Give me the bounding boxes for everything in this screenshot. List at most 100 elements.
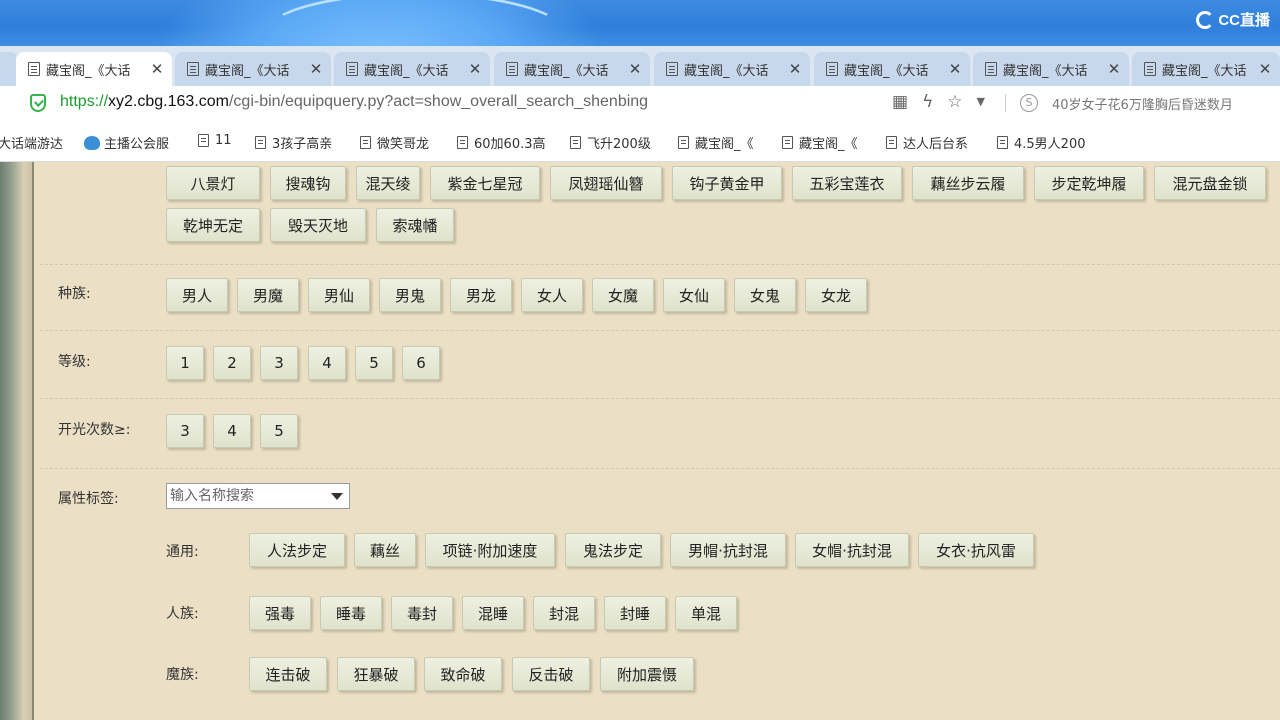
level-option[interactable]: 2	[213, 346, 251, 380]
weapon-option[interactable]: 五彩宝莲衣	[792, 166, 902, 200]
race-option[interactable]: 男仙	[308, 278, 370, 312]
bookmark-label: 11	[215, 133, 232, 148]
qr-code-icon[interactable]: ▦	[892, 92, 908, 112]
bookmark-item[interactable]: 藏宝阁_《	[678, 133, 754, 152]
secure-shield-icon[interactable]	[30, 94, 46, 112]
address-bar[interactable]: https://xy2.cbg.163.com/cgi-bin/equipque…	[0, 86, 1280, 120]
attr-tag[interactable]: 单混	[675, 596, 737, 630]
attr-tag[interactable]: 强毒	[249, 596, 311, 630]
level-option[interactable]: 3	[260, 346, 298, 380]
race-option[interactable]: 男鬼	[379, 278, 441, 312]
weapon-option[interactable]: 索魂幡	[376, 208, 454, 242]
weapon-option[interactable]: 混天绫	[356, 166, 420, 200]
weapon-option[interactable]: 钩子黄金甲	[672, 166, 782, 200]
kaiguang-option[interactable]: 3	[166, 414, 204, 448]
bookmark-label: 60加60.3高	[474, 137, 546, 152]
page-icon	[506, 62, 518, 76]
close-icon[interactable]: ✕	[1105, 60, 1123, 78]
attr-tag[interactable]: 女帽·抗封混	[795, 533, 909, 567]
race-option[interactable]: 女龙	[805, 278, 867, 312]
lightning-icon[interactable]: ϟ	[922, 92, 933, 112]
bookmark-item[interactable]: 4.5男人200	[997, 133, 1086, 152]
bookmark-label: 微笑哥龙	[377, 137, 430, 152]
chevron-down-icon[interactable]	[331, 493, 343, 500]
weapon-option[interactable]: 毁天灭地	[270, 208, 366, 242]
bookmark-item[interactable]: 60加60.3高	[457, 133, 546, 152]
tab-1[interactable]: 藏宝阁_《大话 ✕	[16, 52, 172, 86]
weapon-option[interactable]: 紫金七星冠	[430, 166, 540, 200]
tab-title: 藏宝阁_《大话	[364, 63, 449, 79]
tab-6[interactable]: 藏宝阁_《大话 ✕	[814, 52, 970, 86]
attr-tag[interactable]: 藕丝	[354, 533, 416, 567]
race-option[interactable]: 女仙	[663, 278, 725, 312]
attr-tag[interactable]: 封睡	[604, 596, 666, 630]
close-icon[interactable]: ✕	[786, 60, 804, 78]
attr-tag[interactable]: 附加震慑	[600, 657, 694, 691]
bookmark-item[interactable]: 微笑哥龙	[360, 133, 429, 152]
bookmark-item[interactable]: 藏宝阁_《	[782, 133, 858, 152]
kaiguang-option[interactable]: 4	[213, 414, 251, 448]
close-icon[interactable]: ✕	[946, 60, 964, 78]
race-option[interactable]: 男龙	[450, 278, 512, 312]
bookmark-label: 3孩子高亲	[272, 137, 333, 152]
race-option[interactable]: 男人	[166, 278, 228, 312]
weapon-option[interactable]: 混元盘金锁	[1154, 166, 1266, 200]
attr-tag[interactable]: 毒封	[391, 596, 453, 630]
attr-tag[interactable]: 连击破	[249, 657, 327, 691]
level-option[interactable]: 1	[166, 346, 204, 380]
tab-title: 藏宝阁_《大话	[205, 63, 290, 79]
close-icon[interactable]: ✕	[148, 60, 166, 78]
tab-4[interactable]: 藏宝阁_《大话 ✕	[494, 52, 650, 86]
level-option[interactable]: 6	[402, 346, 440, 380]
bookmark-item[interactable]: 3孩子高亲	[255, 133, 332, 152]
attr-tag[interactable]: 反击破	[512, 657, 590, 691]
kaiguang-option[interactable]: 5	[260, 414, 298, 448]
attr-search-select[interactable]: 输入名称搜索	[166, 483, 350, 509]
race-option[interactable]: 女鬼	[734, 278, 796, 312]
attr-tag[interactable]: 致命破	[424, 657, 502, 691]
race-option[interactable]: 女人	[521, 278, 583, 312]
weapon-option[interactable]: 凤翅瑶仙簪	[550, 166, 662, 200]
attr-tag[interactable]: 睡毒	[320, 596, 382, 630]
attr-tag[interactable]: 封混	[533, 596, 595, 630]
weapon-option[interactable]: 藕丝步云履	[912, 166, 1024, 200]
attr-tag[interactable]: 鬼法步定	[565, 533, 661, 567]
weapon-option[interactable]: 搜魂钩	[270, 166, 346, 200]
attr-tag[interactable]: 项链·附加速度	[425, 533, 555, 567]
search-hint[interactable]: 40岁女子花6万隆胸后昏迷数月	[1052, 94, 1233, 113]
weapon-option[interactable]: 八景灯	[166, 166, 260, 200]
tab-8[interactable]: 藏宝阁_《大话 ✕	[1132, 52, 1280, 86]
attr-select-placeholder: 输入名称搜索	[170, 488, 254, 504]
tab-3[interactable]: 藏宝阁_《大话 ✕	[334, 52, 490, 86]
close-icon[interactable]: ✕	[307, 60, 325, 78]
human-label: 人族:	[166, 606, 199, 622]
divider	[40, 468, 1280, 469]
weapon-option[interactable]: 步定乾坤履	[1034, 166, 1144, 200]
close-icon[interactable]: ✕	[466, 60, 484, 78]
race-option[interactable]: 女魔	[592, 278, 654, 312]
level-option[interactable]: 4	[308, 346, 346, 380]
close-icon[interactable]: ✕	[1256, 60, 1274, 78]
close-icon[interactable]: ✕	[626, 60, 644, 78]
bookmark-item[interactable]: 飞升200级	[570, 133, 651, 152]
bookmark-item[interactable]: 大话端游达	[0, 133, 63, 152]
attr-tag[interactable]: 女衣·抗风雷	[918, 533, 1034, 567]
attr-tag[interactable]: 混睡	[462, 596, 524, 630]
attr-tag[interactable]: 人法步定	[249, 533, 345, 567]
attr-tag[interactable]: 男帽·抗封混	[670, 533, 786, 567]
tab-2[interactable]: 藏宝阁_《大话 ✕	[175, 52, 331, 86]
dropdown-arrow-icon[interactable]: ▼	[977, 92, 985, 112]
race-option[interactable]: 男魔	[237, 278, 299, 312]
bookmark-item[interactable]: 主播公会服	[84, 133, 169, 152]
tab-7[interactable]: 藏宝阁_《大话 ✕	[973, 52, 1129, 86]
bookmark-item[interactable]: 达人后台系	[886, 133, 968, 152]
tab-5[interactable]: 藏宝阁_《大话 ✕	[654, 52, 810, 86]
weapon-option[interactable]: 乾坤无定	[166, 208, 260, 242]
star-icon[interactable]: ☆	[947, 92, 962, 112]
url-text[interactable]: https://xy2.cbg.163.com/cgi-bin/equipque…	[60, 93, 648, 111]
search-engine-icon[interactable]: S	[1020, 94, 1038, 112]
bookmark-item[interactable]: 11	[198, 133, 232, 148]
page-icon	[346, 62, 358, 76]
level-option[interactable]: 5	[355, 346, 393, 380]
attr-tag[interactable]: 狂暴破	[337, 657, 415, 691]
